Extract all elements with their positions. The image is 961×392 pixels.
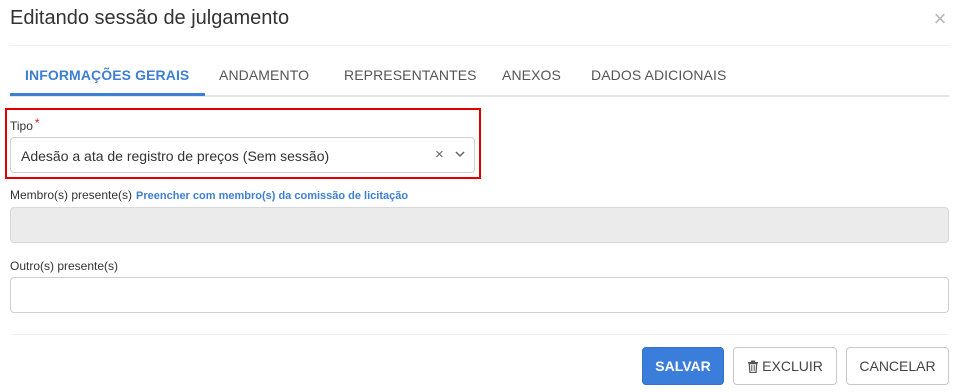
fill-commission-members-link[interactable]: Preencher com membro(s) da comissão de l…	[136, 190, 408, 202]
footer-divider	[10, 334, 949, 335]
membros-field	[10, 207, 949, 243]
chevron-down-icon[interactable]	[454, 147, 466, 161]
tipo-label: Tipo *	[10, 116, 40, 133]
tipo-label-text: Tipo	[10, 119, 33, 133]
tab-dados-adicionais[interactable]: DADOS ADICIONAIS	[591, 67, 726, 83]
tab-informacoes-gerais[interactable]: INFORMAÇÕES GERAIS	[25, 67, 189, 83]
cancel-button[interactable]: CANCELAR	[846, 347, 949, 385]
tipo-select[interactable]: Adesão a ata de registro de preços (Sem …	[10, 137, 475, 173]
required-mark: *	[34, 116, 40, 130]
save-button[interactable]: SALVAR	[642, 347, 724, 385]
membros-label: Membro(s) presente(s)	[10, 188, 133, 202]
tab-representantes[interactable]: REPRESENTANTES	[344, 67, 477, 83]
membros-label-row: Membro(s) presente(s) Preencher com membr…	[10, 188, 408, 202]
active-tab-indicator	[10, 93, 205, 96]
trash-icon	[748, 360, 759, 373]
close-icon[interactable]: ×	[930, 8, 950, 30]
outros-label: Outro(s) presente(s)	[10, 259, 119, 273]
header-divider	[10, 45, 949, 46]
delete-button-label: EXCLUIR	[762, 358, 823, 374]
dialog-title: Editando sessão de julgamento	[10, 7, 290, 29]
tab-bar: INFORMAÇÕES GERAIS ANDAMENTO REPRESENTAN…	[10, 58, 949, 97]
outros-field[interactable]	[10, 277, 949, 313]
clear-icon[interactable]: ×	[435, 146, 444, 163]
tab-andamento[interactable]: ANDAMENTO	[219, 67, 309, 83]
tipo-select-value: Adesão a ata de registro de preços (Sem …	[21, 148, 330, 164]
tab-anexos[interactable]: ANEXOS	[502, 67, 561, 83]
delete-button[interactable]: EXCLUIR	[733, 347, 837, 385]
